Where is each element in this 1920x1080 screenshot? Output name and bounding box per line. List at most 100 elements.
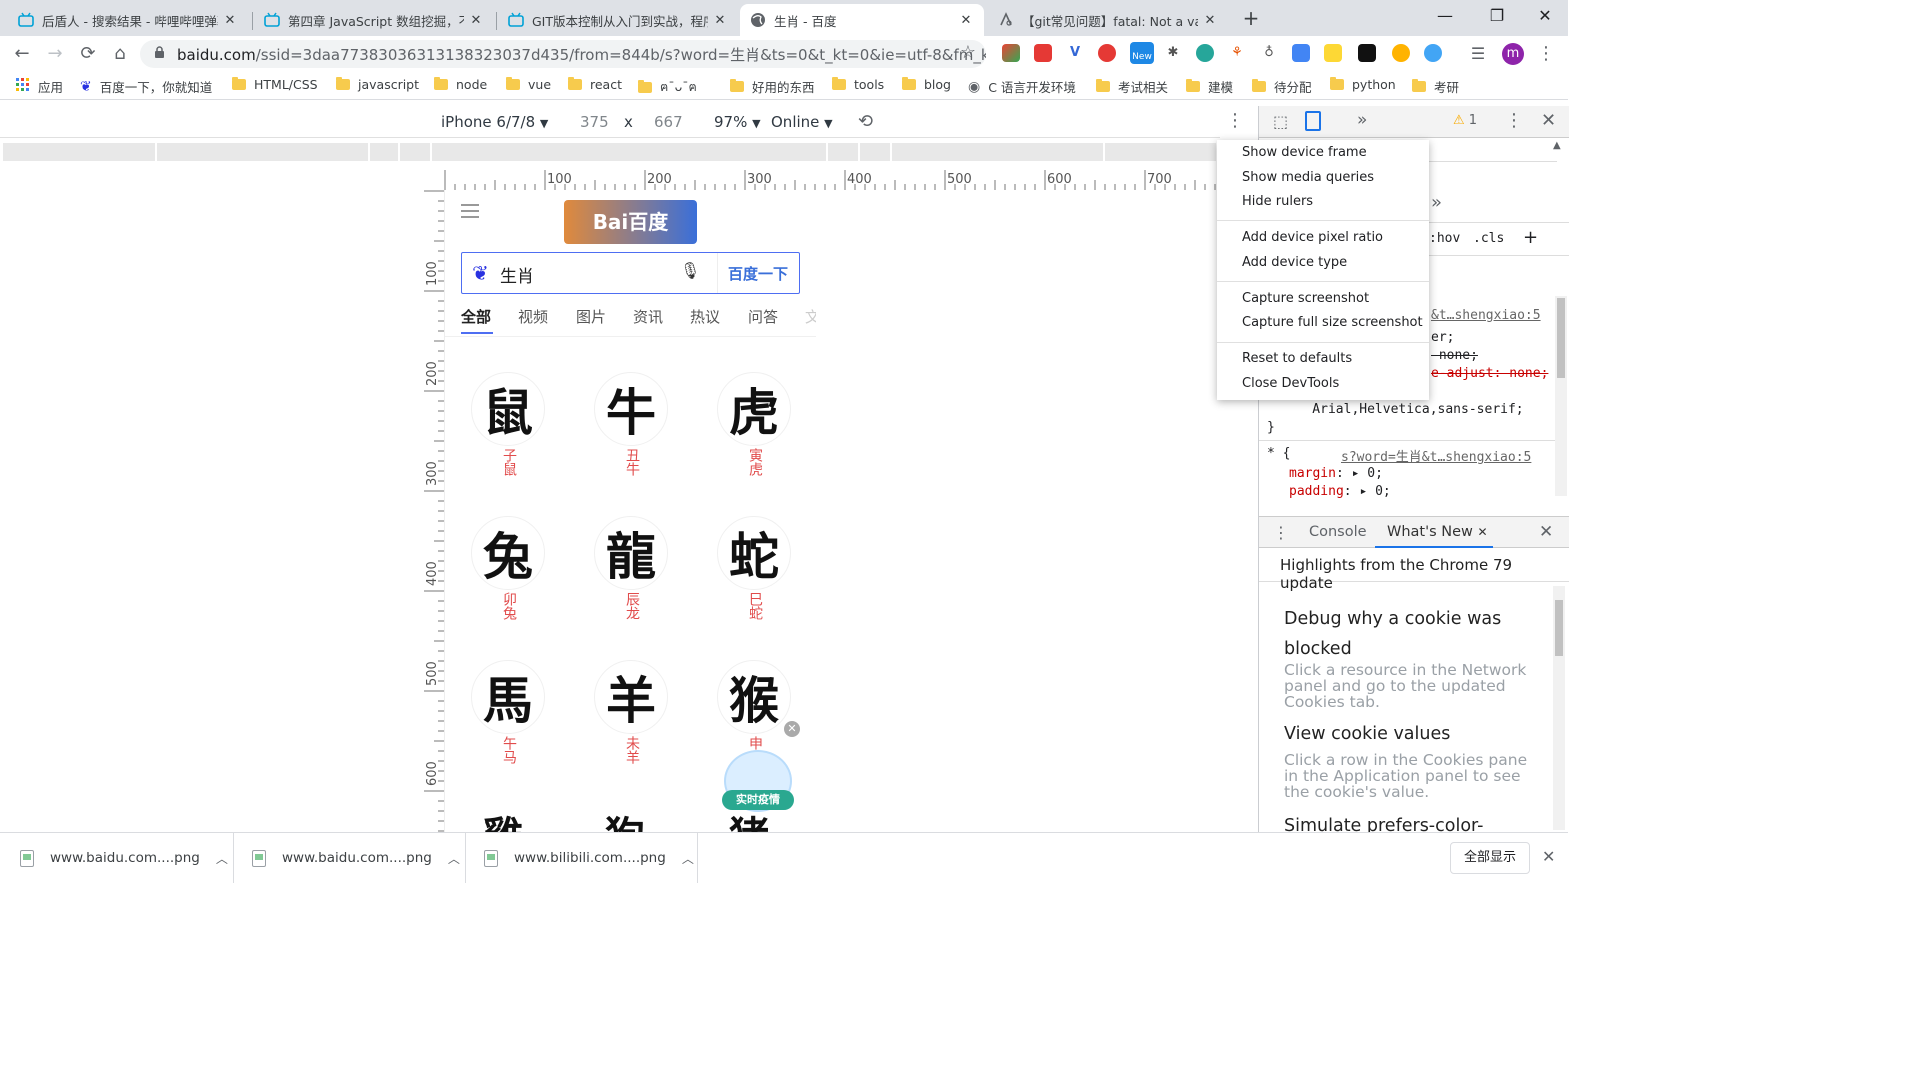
menu-icon[interactable] (461, 204, 479, 218)
close-icon[interactable]: ✕ (1539, 522, 1553, 542)
menu-item-reset-to-defaults[interactable]: Reset to defaults (1242, 351, 1352, 371)
scrollbar[interactable] (1555, 296, 1567, 496)
media-query-segment[interactable] (370, 143, 400, 161)
media-query-segment[interactable] (3, 143, 157, 161)
lock-icon[interactable] (154, 45, 165, 63)
window-close-button[interactable]: ✕ (1530, 4, 1560, 28)
close-icon[interactable]: ✕ (784, 721, 800, 737)
result-tab-qa[interactable]: 问答 (748, 306, 778, 327)
close-icon[interactable]: ✕ (468, 13, 484, 28)
reading-list-icon[interactable]: ☰ (1466, 42, 1490, 66)
close-icon[interactable]: ✕ (1541, 110, 1556, 131)
chevron-up-icon[interactable]: ︿ (448, 850, 460, 867)
bookmark-folder[interactable]: 考研 (1412, 77, 1459, 96)
chevron-up-icon[interactable]: ︿ (216, 850, 228, 867)
bookmark-folder[interactable]: HTML/CSS (232, 77, 318, 92)
zodiac-card[interactable]: 馬午马 (453, 660, 563, 800)
new-extension-icon[interactable]: New (1130, 42, 1154, 64)
zodiac-card[interactable]: 牛丑牛 (576, 372, 686, 512)
menu-item-add-device-type[interactable]: Add device type (1242, 255, 1347, 275)
new-tab-button[interactable]: + (1240, 6, 1262, 30)
close-icon[interactable]: ✕ (1202, 13, 1218, 28)
rule-source-link[interactable]: &t…shengxiao:5 (1431, 308, 1541, 323)
star-icon[interactable]: ☆ (960, 42, 976, 63)
media-query-segment[interactable] (432, 143, 828, 161)
zodiac-card[interactable]: 虎寅虎 (699, 372, 809, 512)
menu-item-hide-rulers[interactable]: Hide rulers (1242, 194, 1313, 214)
close-icon[interactable]: ✕ (1542, 847, 1555, 866)
close-icon[interactable]: ✕ (958, 13, 974, 28)
close-icon[interactable]: ✕ (1477, 525, 1487, 539)
hov-toggle[interactable]: :hov (1429, 231, 1460, 246)
scroll-arrow-icon[interactable]: ▲ (1553, 140, 1561, 151)
download-item[interactable]: www.bilibili.com....png ︿ (466, 833, 698, 883)
more-tabs-icon[interactable]: » (1357, 110, 1367, 130)
menu-item-capture-screenshot[interactable]: Capture screenshot (1242, 291, 1369, 311)
bookmark-folder[interactable]: node (434, 77, 487, 92)
more-options-icon[interactable]: ⋮ (1226, 110, 1244, 131)
menu-item-add-device-pixel-ratio[interactable]: Add device pixel ratio (1242, 230, 1383, 250)
zodiac-card[interactable]: 蛇巳蛇 (699, 516, 809, 656)
download-item[interactable]: www.baidu.com....png ︿ (0, 833, 234, 883)
extension-icon[interactable] (1002, 44, 1020, 62)
bookmark-folder[interactable]: 建模 (1186, 77, 1233, 96)
cls-toggle[interactable]: .cls (1473, 231, 1504, 246)
chrome-menu-icon[interactable]: ⋮ (1534, 42, 1558, 66)
tab-whats-new[interactable]: What's New ✕ (1387, 524, 1488, 540)
opera-extension-icon[interactable] (1098, 44, 1116, 62)
download-item[interactable]: www.baidu.com....png ︿ (234, 833, 466, 883)
bookmark-apps[interactable]: 应用 (16, 77, 63, 96)
bookmark-folder[interactable]: 好用的东西 (730, 77, 815, 96)
menu-item-show-media-queries[interactable]: Show media queries (1242, 170, 1374, 190)
zoom-select[interactable]: 97% ▼ (714, 113, 761, 131)
address-bar[interactable]: baidu.com/ssid=3daa77383036313138323037d… (140, 40, 986, 68)
media-query-segment[interactable] (157, 143, 370, 161)
zodiac-card[interactable]: 兔卯兔 (453, 516, 563, 656)
bookmark-folder[interactable]: blog (902, 77, 951, 92)
menu-item-show-device-frame[interactable]: Show device frame (1242, 145, 1367, 165)
result-tab-all[interactable]: 全部 (461, 306, 491, 327)
result-tab-hot[interactable]: 热议 (690, 306, 720, 327)
bug-extension-icon[interactable]: ✱ (1164, 44, 1182, 62)
bookmark-baidu[interactable]: ❦ 百度一下，你就知道 (80, 77, 212, 96)
feature-title[interactable]: Simulate prefers-color- (1284, 816, 1539, 832)
scrollbar[interactable] (1553, 586, 1565, 830)
media-query-segment[interactable] (400, 143, 432, 161)
chevron-up-icon[interactable]: ︿ (682, 850, 694, 867)
epidemic-badge[interactable]: 实时疫情 (722, 750, 794, 812)
height-input[interactable]: 667 (654, 113, 683, 131)
restore-button[interactable]: ❐ (1482, 4, 1512, 28)
tab-3[interactable]: GIT版本控制从入门到实战，程序员 ✕ (498, 4, 738, 36)
tab-2[interactable]: 第四章 JavaScript 数组挖掘，不一样的 ✕ (254, 4, 494, 36)
feature-title[interactable]: Debug why a cookie was blocked (1284, 604, 1539, 664)
result-tab-video[interactable]: 视频 (518, 306, 548, 327)
cat-extension-icon[interactable] (1324, 44, 1342, 62)
bookmark-folder[interactable]: 待分配 (1252, 77, 1312, 96)
bookmark-folder[interactable]: vue (506, 77, 551, 92)
zodiac-card[interactable]: 龍辰龙 (576, 516, 686, 656)
bookmark-folder[interactable]: 考试相关 (1096, 77, 1168, 96)
search-button[interactable]: 百度一下 (728, 263, 788, 284)
drawer-menu-icon[interactable]: ⋮ (1273, 523, 1289, 542)
close-icon[interactable]: ✕ (712, 13, 728, 28)
bookmark-folder[interactable]: javascript (336, 77, 419, 92)
device-toggle-icon[interactable] (1305, 111, 1321, 131)
reload-icon[interactable]: ⟳ (76, 42, 100, 66)
tab-active[interactable]: 生肖 - 百度 ✕ (740, 4, 984, 36)
shield-extension-icon[interactable] (1392, 44, 1410, 62)
bookmark-folder[interactable]: tools (832, 77, 884, 92)
result-tab-news[interactable]: 资讯 (633, 306, 663, 327)
close-icon[interactable]: ✕ (222, 13, 238, 28)
bookmark-c-env[interactable]: ◉ C 语言开发环境 (968, 77, 1076, 96)
bird-extension-icon[interactable] (1424, 44, 1442, 62)
warning-counter[interactable]: ⚠ 1 (1453, 113, 1477, 128)
forward-arrow-icon[interactable]: → (43, 42, 67, 66)
menu-item-capture-full-size-screenshot[interactable]: Capture full size screenshot (1242, 315, 1423, 335)
tab-console[interactable]: Console (1309, 524, 1367, 540)
translate-extension-icon[interactable] (1292, 44, 1310, 62)
more-panels-icon[interactable]: » (1431, 192, 1442, 213)
result-tab-more[interactable]: 文 (805, 306, 816, 327)
inspect-element-icon[interactable]: ⬚ (1273, 112, 1288, 131)
minimize-button[interactable]: — (1430, 4, 1460, 28)
microphone-icon[interactable]: 🎙 (680, 261, 700, 280)
